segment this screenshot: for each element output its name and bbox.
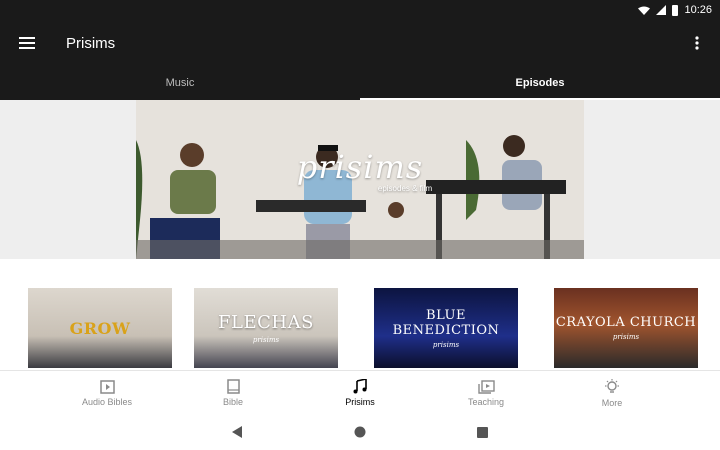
home-icon [354,426,366,438]
back-button[interactable] [230,424,246,440]
episode-card-row: GROW FLECHAS prisims BLUE BENEDICTION pr… [0,288,720,368]
tab-episodes[interactable]: Episodes [360,66,720,100]
tab-bar: Music Episodes [0,66,720,100]
hero-title: prisims [296,148,424,186]
app-title: Prisims [66,34,116,52]
menu-button[interactable] [0,20,54,66]
back-icon [232,426,242,438]
episode-card-grow[interactable]: GROW [28,288,172,368]
nav-label: Prisims [345,397,375,407]
more-vert-icon [695,36,699,50]
tab-music[interactable]: Music [0,66,360,100]
nav-label: Audio Bibles [81,396,133,407]
episode-card-crayola-church[interactable]: CRAYOLA CHURCH prisims [554,288,698,368]
menu-icon [19,37,35,49]
episode-card-flechas[interactable]: FLECHAS prisims [194,288,338,368]
nav-item-bible[interactable]: Bible [178,371,288,415]
nav-label: Teaching [467,396,505,407]
status-time: 10:26 [684,4,712,16]
hero-section: prisims episodes & film [0,100,720,259]
card-subtitle: prisims [252,336,280,344]
nav-item-teaching[interactable]: Teaching [431,371,541,415]
cell-signal-icon [656,5,667,15]
card-title: BLUE BENEDICTION [392,307,500,338]
recents-icon [476,426,488,438]
play-box-icon [99,379,115,394]
screen: 10:26 Prisims Music Episodes prisims epi… [0,0,720,450]
hero-text: prisims episodes & film [136,148,584,193]
nav-item-prisims[interactable]: Prisims [305,371,415,415]
lightbulb-icon [605,378,619,393]
hero-banner[interactable]: prisims episodes & film [136,100,584,259]
overflow-menu-button[interactable] [686,32,708,54]
card-subtitle: prisims [432,340,460,349]
video-library-icon [477,379,495,394]
wifi-icon [638,6,651,15]
card-subtitle: prisims [612,333,640,341]
bottom-navigation: Audio Bibles Bible Prisims Teaching More [0,370,720,414]
card-title: CRAYOLA CHURCH [555,315,697,330]
nav-label: Bible [222,397,243,407]
nav-item-more[interactable]: More [557,371,667,415]
book-icon [226,379,240,394]
app-bar: Prisims [0,20,720,66]
status-bar: 10:26 [0,0,720,20]
nav-label: More [601,397,623,408]
home-button[interactable] [352,424,368,440]
nav-item-audio-bibles[interactable]: Audio Bibles [52,371,162,415]
card-title: FLECHAS [218,312,314,333]
battery-icon [672,4,679,16]
music-note-icon [353,379,367,394]
system-navigation-bar [0,414,720,450]
recents-button[interactable] [474,424,490,440]
card-title: GROW [69,318,131,338]
episode-card-blue-benediction[interactable]: BLUE BENEDICTION prisims [374,288,518,368]
hero-subtitle: episodes & film [377,184,433,193]
